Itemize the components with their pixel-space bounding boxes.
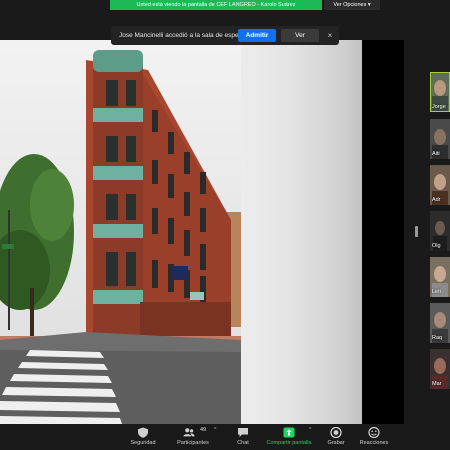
participant-tile[interactable]: Olg xyxy=(430,211,450,251)
participant-tile[interactable]: Adr xyxy=(430,165,450,205)
record-label: Grabar xyxy=(327,440,345,446)
screen-share-banner: Usted está viendo la pantalla de CEF LAN… xyxy=(110,0,322,10)
share-screen-button[interactable]: Compartir pantalla xyxy=(263,424,315,450)
reactions-button[interactable]: Reacciones xyxy=(356,424,392,450)
security-label: Seguridad xyxy=(130,440,156,446)
participant-tile[interactable]: Aiti xyxy=(430,119,450,159)
participants-label: Participantes xyxy=(177,440,209,446)
participants-icon xyxy=(183,428,195,437)
reactions-label: Reacciones xyxy=(359,440,389,446)
share-screen-icon xyxy=(283,427,295,438)
participant-name: Jorge xyxy=(432,104,446,110)
chat-label: Chat xyxy=(237,440,249,446)
close-icon[interactable]: × xyxy=(325,26,335,45)
shield-icon xyxy=(138,427,148,438)
participant-tile[interactable]: Leti xyxy=(430,257,450,297)
smiley-icon xyxy=(368,427,380,438)
chat-button[interactable]: Chat xyxy=(230,424,256,450)
meeting-toolbar: Seguridad 49 Participantes ^ Chat Compar… xyxy=(0,424,450,450)
chat-icon xyxy=(238,428,248,437)
participant-name: Olg xyxy=(432,243,441,249)
shared-screen-area xyxy=(0,40,404,424)
shared-black-margin xyxy=(362,40,404,424)
chevron-up-icon[interactable]: ^ xyxy=(309,427,311,433)
participant-name: Raq xyxy=(432,335,443,341)
waiting-room-message: Jose Mancinelli accedió a la sala de esp… xyxy=(119,32,245,39)
waiting-room-notification: Jose Mancinelli accedió a la sala de esp… xyxy=(111,26,339,45)
chevron-up-icon[interactable]: ^ xyxy=(214,427,216,433)
record-icon xyxy=(330,427,342,438)
participants-count: 49 xyxy=(200,427,207,433)
view-options-label: Ver Opciones xyxy=(333,2,367,8)
share-screen-label: Compartir pantalla xyxy=(266,440,312,446)
shared-building-photo xyxy=(0,40,241,424)
gallery-resize-handle[interactable] xyxy=(415,226,418,237)
participant-tile[interactable]: Mar xyxy=(430,349,450,389)
participant-name: Mar xyxy=(432,381,442,387)
shared-gray-panel xyxy=(241,40,362,424)
chevron-down-icon: ▾ xyxy=(367,2,371,8)
security-button[interactable]: Seguridad xyxy=(125,424,161,450)
view-waiting-room-button[interactable]: Ver xyxy=(281,29,319,42)
record-button[interactable]: Grabar xyxy=(324,424,348,450)
participant-tile[interactable]: Jorge xyxy=(430,72,450,112)
participants-button[interactable]: 49 Participantes xyxy=(172,424,214,450)
participant-name: Leti xyxy=(432,289,441,295)
participant-name: Aiti xyxy=(432,151,440,157)
participant-name: Adr xyxy=(432,197,441,203)
participant-tile[interactable]: Raq xyxy=(430,303,450,343)
admit-button[interactable]: Admitir xyxy=(238,29,276,42)
view-options-button[interactable]: Ver Opciones ▾ xyxy=(324,0,380,10)
